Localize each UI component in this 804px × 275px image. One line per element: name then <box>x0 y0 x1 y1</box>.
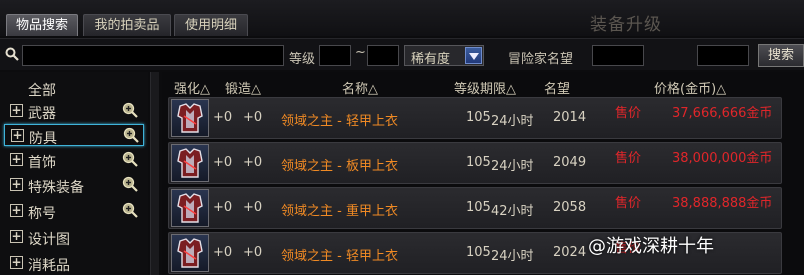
item-name-input[interactable] <box>22 45 284 66</box>
item-name: 领域之主 - 轻甲上衣 <box>281 114 398 129</box>
price-value: 38,888,888金币 <box>672 196 773 211</box>
column-header-price[interactable]: 价格(金币)△ <box>654 78 726 97</box>
item-level: 105 <box>466 110 491 125</box>
item-level: 105 <box>466 200 491 215</box>
enhance-value: +0 <box>213 200 233 215</box>
forge-value: +0 <box>243 155 263 170</box>
column-header-fame[interactable]: 名望 <box>544 78 570 97</box>
level-separator: ~ <box>355 45 366 60</box>
expand-icon[interactable]: + <box>11 129 24 142</box>
item-icon[interactable] <box>171 189 209 227</box>
table-row[interactable]: +0 +0 领域之主 - 轻甲上衣 105 24小时 2014 售价 37,66… <box>168 97 782 139</box>
armor-icon <box>177 148 203 178</box>
price-value: 37,666,666金币 <box>672 106 773 121</box>
level-min-input[interactable] <box>319 45 351 66</box>
watermark: @游戏深耕十年 <box>588 236 714 257</box>
item-fame: 2049 <box>553 155 587 170</box>
fame-min-input[interactable] <box>592 45 644 66</box>
enhance-value: +0 <box>213 110 233 125</box>
category-label: 称号 <box>28 206 56 222</box>
level-label: 等级 <box>289 52 316 67</box>
sidebar-scrollbar[interactable] <box>150 72 159 275</box>
category-special-equipment[interactable]: + 特殊装备 <box>4 174 144 196</box>
tab-item-search[interactable]: 物品搜索 <box>6 14 78 36</box>
item-fame: 2024 <box>553 245 587 260</box>
zoom-in-icon[interactable] <box>122 176 138 192</box>
category-label: 设计图 <box>28 232 70 248</box>
filter-bar: 等级 ~ 稀有度 冒险家名望 搜索 <box>0 38 804 70</box>
item-fame: 2058 <box>553 200 587 215</box>
item-name: 领域之主 - 重甲上衣 <box>281 204 398 219</box>
chevron-down-icon[interactable] <box>465 47 482 64</box>
search-icon <box>5 47 19 61</box>
expand-icon[interactable]: + <box>10 230 23 243</box>
forge-value: +0 <box>243 110 263 125</box>
category-label: 消耗品 <box>28 258 70 274</box>
item-duration: 24小时 <box>491 114 534 129</box>
item-name: 领域之主 - 轻甲上衣 <box>281 249 398 264</box>
column-header-forge[interactable]: 锻造△ <box>225 78 261 97</box>
fame-max-input[interactable] <box>697 45 749 66</box>
category-label: 防具 <box>29 131 57 147</box>
expand-icon[interactable]: + <box>10 204 23 217</box>
search-button[interactable]: 搜索 <box>758 44 804 67</box>
zoom-in-icon[interactable] <box>123 127 139 143</box>
expand-icon[interactable]: + <box>10 256 23 269</box>
category-blueprint[interactable]: + 设计图 <box>4 226 144 248</box>
category-sidebar: 全部 + 武器 + 防具 + 首饰 + 特殊装备 + 称号 + 设计图 + 消耗… <box>0 72 148 275</box>
category-label: 首饰 <box>28 155 56 171</box>
rarity-select-value: 稀有度 <box>411 52 451 67</box>
armor-icon <box>177 103 203 133</box>
item-icon[interactable] <box>171 234 209 272</box>
table-row[interactable]: +0 +0 领域之主 - 板甲上衣 105 24小时 2049 售价 38,00… <box>168 142 782 184</box>
item-level: 105 <box>466 155 491 170</box>
item-fame: 2014 <box>553 110 587 125</box>
category-label: 武器 <box>28 106 56 122</box>
item-name: 领域之主 - 板甲上衣 <box>281 159 398 174</box>
sale-label: 售价 <box>615 196 642 211</box>
item-duration: 42小时 <box>491 204 534 219</box>
rarity-select[interactable]: 稀有度 <box>404 45 484 67</box>
tab-usage-details[interactable]: 使用明细 <box>174 14 248 36</box>
armor-icon <box>177 193 203 223</box>
expand-icon[interactable]: + <box>10 104 23 117</box>
zoom-in-icon[interactable] <box>122 102 138 118</box>
forge-value: +0 <box>243 200 263 215</box>
enhance-value: +0 <box>213 245 233 260</box>
column-header-name[interactable]: 名称△ <box>342 78 378 97</box>
category-armor[interactable]: + 防具 <box>4 124 144 147</box>
item-icon[interactable] <box>171 144 209 182</box>
column-header-enhance[interactable]: 强化△ <box>174 78 210 97</box>
adventurer-fame-label: 冒险家名望 <box>508 52 574 67</box>
category-all-label: 全部 <box>28 83 56 99</box>
armor-icon <box>177 238 203 268</box>
forge-value: +0 <box>243 245 263 260</box>
expand-icon[interactable]: + <box>10 153 23 166</box>
item-icon[interactable] <box>171 99 209 137</box>
category-accessory[interactable]: + 首饰 <box>4 149 144 171</box>
item-level: 105 <box>466 245 491 260</box>
table-row[interactable]: +0 +0 领域之主 - 重甲上衣 105 42小时 2058 售价 38,88… <box>168 187 782 229</box>
category-all[interactable]: 全部 <box>4 76 144 99</box>
tab-bar: 物品搜索 我的拍卖品 使用明细 装备升级 <box>0 0 804 36</box>
category-title[interactable]: + 称号 <box>4 200 144 222</box>
zoom-in-icon[interactable] <box>122 202 138 218</box>
category-consumable[interactable]: + 消耗品 <box>4 252 144 274</box>
zoom-in-icon[interactable] <box>122 151 138 167</box>
level-max-input[interactable] <box>367 45 399 66</box>
enhance-value: +0 <box>213 155 233 170</box>
item-duration: 24小时 <box>491 249 534 264</box>
price-value: 38,000,000金币 <box>672 151 773 166</box>
category-label: 特殊装备 <box>28 180 84 196</box>
column-header-level-duration[interactable]: 等级期限△ <box>454 78 516 97</box>
item-duration: 24小时 <box>491 159 534 174</box>
header-decoration: 装备升级 <box>590 15 662 35</box>
tab-my-auctions[interactable]: 我的拍卖品 <box>83 14 171 36</box>
category-weapon[interactable]: + 武器 <box>4 100 144 122</box>
expand-icon[interactable]: + <box>10 178 23 191</box>
sale-label: 售价 <box>615 106 642 121</box>
sale-label: 售价 <box>615 151 642 166</box>
